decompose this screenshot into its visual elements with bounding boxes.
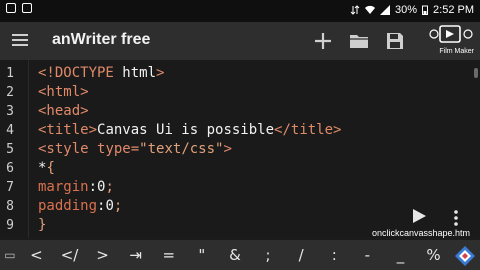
symbol-key[interactable]: _	[384, 246, 417, 264]
run-icon[interactable]	[410, 207, 428, 225]
signal-icon	[380, 5, 390, 15]
code-line[interactable]: 2 <html>	[0, 83, 470, 102]
code-text: <style type="text/css">	[38, 140, 232, 159]
symbol-key[interactable]: :	[318, 246, 351, 264]
code-text: <head>	[38, 102, 89, 121]
app-title: anWriter free	[52, 31, 151, 48]
code-text: }	[38, 216, 46, 235]
symbol-key[interactable]: -	[351, 246, 384, 264]
code-text: *{	[38, 159, 55, 178]
line-number: 4	[6, 123, 14, 138]
symbol-key[interactable]: /	[285, 246, 318, 264]
code-area[interactable]: 1 <!DOCTYPE html> 2 <html> 3 <head> 4 <title>Ca…	[0, 64, 470, 235]
code-token: html	[122, 65, 157, 81]
code-token: }	[38, 217, 47, 233]
line-number: 7	[6, 180, 14, 195]
menu-icon[interactable]	[12, 32, 28, 48]
open-folder-button[interactable]	[348, 30, 370, 52]
code-token: ;	[105, 179, 114, 195]
code-token: <head>	[38, 103, 89, 119]
code-token: <style	[38, 141, 98, 157]
line-number: 2	[6, 85, 14, 100]
more-icon[interactable]	[452, 209, 460, 227]
code-token: padding	[38, 198, 98, 214]
symbol-key[interactable]: ;	[252, 246, 285, 264]
symbol-key[interactable]: <	[20, 246, 53, 264]
code-token: <title>	[38, 122, 98, 138]
code-token: Canvas Ui is possible	[97, 122, 275, 138]
save-button[interactable]	[384, 30, 406, 52]
code-text: <html>	[38, 83, 89, 102]
code-token: "text/css"	[139, 141, 224, 157]
code-token: <!DOCTYPE	[38, 65, 123, 81]
code-line[interactable]: 1 <!DOCTYPE html>	[0, 64, 470, 83]
keyboard-toggle-icon[interactable]: ▭	[0, 248, 20, 262]
code-line[interactable]: 7 margin:0;	[0, 178, 470, 197]
code-token: margin	[38, 179, 89, 195]
code-token: type=	[97, 141, 140, 157]
status-bar: 30% 2:52 PM	[0, 0, 480, 22]
notification-icon	[6, 3, 16, 13]
save-icon	[387, 33, 403, 49]
app-bar: anWriter free	[0, 22, 480, 60]
symbol-bar: ▭ < </> ⇥ = " &; /: - _%	[0, 240, 480, 270]
code-token: >	[156, 65, 165, 81]
line-number: 9	[6, 218, 14, 233]
status-left-icons	[6, 3, 32, 13]
code-line[interactable]: 4 <title>Canvas Ui is possible</title>	[0, 121, 470, 140]
battery-icon	[422, 5, 429, 15]
code-editor[interactable]: 1 <!DOCTYPE html> 2 <html> 3 <head> 4 <title>Ca…	[0, 60, 480, 238]
symbol-key[interactable]: ⇥	[119, 246, 152, 264]
line-number: 3	[6, 104, 14, 119]
symbol-key[interactable]: &	[218, 246, 251, 264]
code-line[interactable]: 5 <style type="text/css">	[0, 140, 470, 159]
symbol-key[interactable]: %	[417, 246, 450, 264]
status-right-icons: 30% 2:52 PM	[350, 4, 474, 16]
corner-logo-icon	[455, 246, 475, 266]
symbol-key[interactable]: >	[86, 246, 119, 264]
data-icon	[350, 5, 360, 15]
gallery-icon	[22, 3, 32, 13]
code-text: padding:0;	[38, 197, 122, 216]
clock: 2:52 PM	[433, 4, 474, 16]
wifi-icon	[365, 5, 375, 15]
film-maker-watermark: Film Maker	[439, 48, 474, 55]
symbol-key[interactable]: "	[185, 246, 218, 264]
add-button[interactable]	[312, 30, 334, 52]
filename-overlay: onclickcanvasshape.htm	[372, 228, 471, 238]
code-text: <!DOCTYPE html>	[38, 64, 164, 83]
code-token: {	[46, 160, 55, 176]
line-number: 5	[6, 142, 14, 157]
code-token: 0	[105, 198, 114, 214]
symbol-key[interactable]: </	[53, 246, 86, 264]
line-number: 6	[6, 161, 14, 176]
code-text: margin:0;	[38, 178, 114, 197]
symbol-key[interactable]: =	[152, 246, 185, 264]
line-number: 8	[6, 199, 14, 214]
battery-percent: 30%	[395, 4, 418, 16]
scrollbar[interactable]	[474, 68, 478, 78]
add-icon	[315, 33, 331, 49]
code-line[interactable]: 8 padding:0;	[0, 197, 470, 216]
code-line[interactable]: 6 *{	[0, 159, 470, 178]
code-token: <html>	[38, 84, 89, 100]
code-token: ;	[113, 198, 123, 214]
code-token: :	[88, 179, 98, 195]
line-number: 1	[6, 66, 14, 81]
code-text: <title>Canvas Ui is possible</title>	[38, 121, 341, 140]
folder-icon	[350, 35, 368, 48]
code-line[interactable]: 3 <head>	[0, 102, 470, 121]
code-token: </title>	[274, 122, 342, 138]
code-token: >	[223, 141, 232, 157]
